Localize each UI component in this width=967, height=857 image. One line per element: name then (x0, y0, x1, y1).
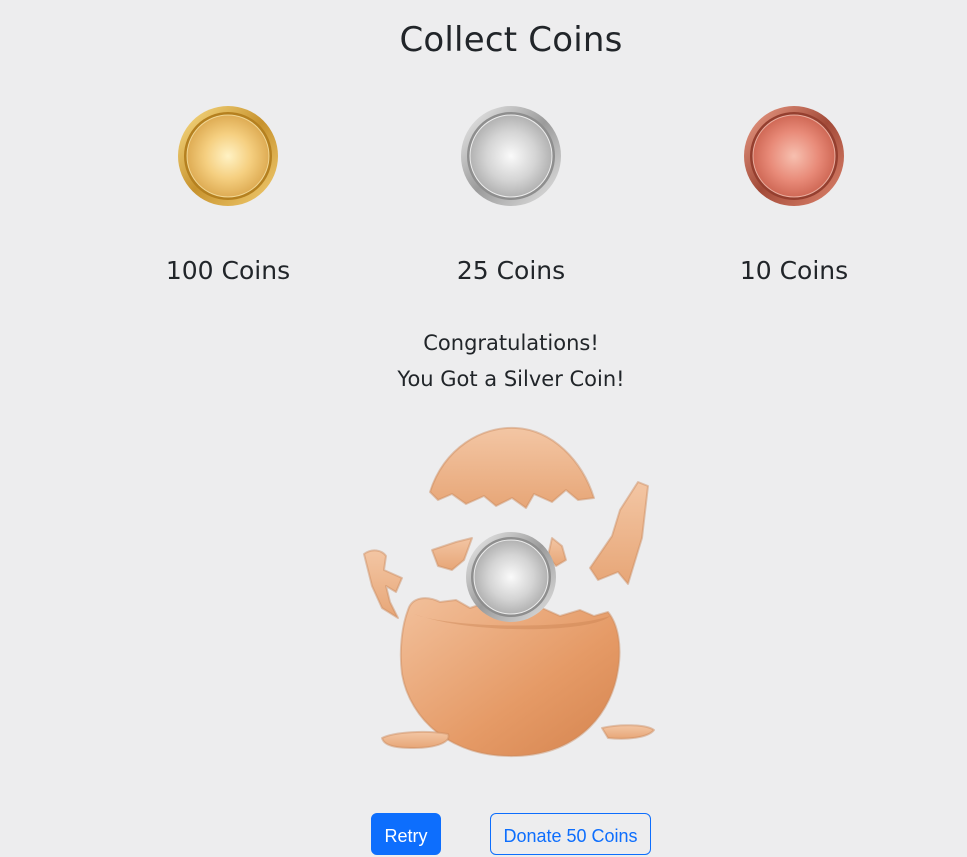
page-title: Collect Coins (399, 20, 623, 60)
coin-option-bronze: 10 Coins (674, 104, 914, 285)
donate-button[interactable]: Donate 50 Coins (490, 813, 651, 855)
congratulations-text: Congratulations! (423, 331, 599, 355)
bronze-coin-icon (744, 106, 844, 206)
retry-button[interactable]: Retry (371, 813, 441, 855)
silver-coin-icon (466, 532, 556, 622)
result-text: You Got a Silver Coin! (397, 367, 625, 391)
gold-coin-icon (178, 106, 278, 206)
coin-label-bronze: 10 Coins (739, 256, 849, 285)
coin-label-gold: 100 Coins (165, 256, 291, 285)
coin-option-gold: 100 Coins (108, 104, 348, 285)
coin-option-silver: 25 Coins (391, 104, 631, 285)
egg-scene (356, 420, 661, 765)
cracked-egg-icon (363, 426, 655, 758)
silver-coin-icon (461, 106, 561, 206)
coin-label-silver: 25 Coins (456, 256, 566, 285)
